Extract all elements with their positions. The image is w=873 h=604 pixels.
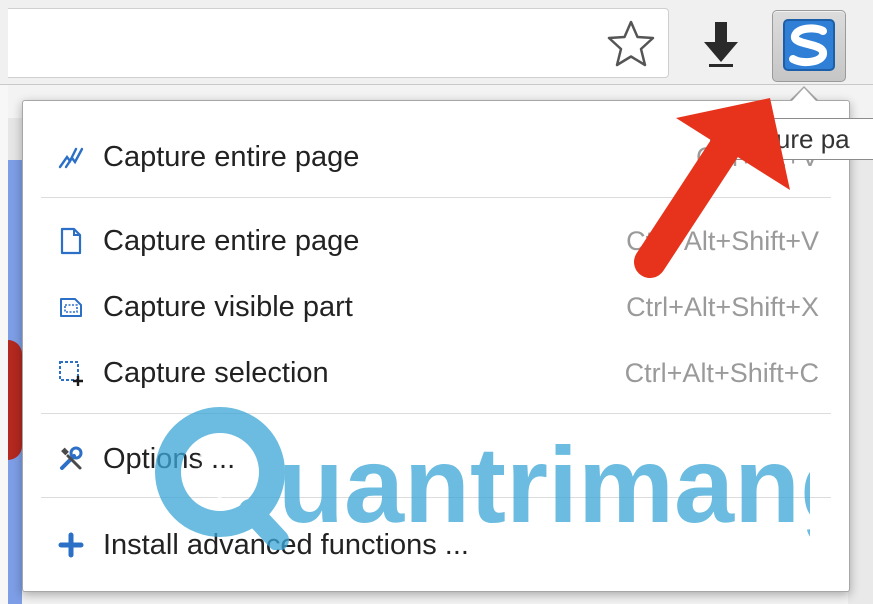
menu-item-label: Options ...: [103, 443, 236, 475]
capture-menu: Capture entire page Ctrl+Alt+V Capture e…: [22, 100, 850, 592]
menu-item-label: Install advanced functions ...: [103, 529, 469, 561]
downloads-button[interactable]: [700, 16, 742, 68]
menu-item-capture-selection[interactable]: Capture selection Ctrl+Alt+Shift+C: [23, 343, 849, 403]
extension-logo-icon: [783, 19, 835, 71]
menu-separator: [41, 197, 831, 198]
page-red-shape: [8, 340, 22, 460]
plus-icon: [58, 532, 84, 558]
tools-icon: [60, 446, 83, 470]
page-icon: [60, 227, 82, 255]
menu-separator: [41, 413, 831, 414]
menu-pointer-fill: [792, 88, 816, 101]
menu-item-label: Capture entire page: [103, 225, 360, 257]
menu-item-label: Capture entire page: [103, 141, 360, 173]
browser-toolbar: [0, 0, 873, 85]
menu-item-label: Capture visible part: [103, 291, 353, 323]
bookmark-star-button[interactable]: [605, 18, 657, 70]
star-outline-icon: [607, 20, 655, 67]
menu-item-capture-visible-part[interactable]: Capture visible part Ctrl+Alt+Shift+X: [23, 277, 849, 337]
menu-item-shortcut: Ctrl+Alt+Shift+X: [626, 292, 819, 322]
browser-window: Capture pa Capture entire page Ctrl+Alt+…: [0, 0, 873, 604]
page-right-edge: [848, 160, 873, 604]
selection-icon: [59, 361, 83, 386]
extension-tooltip: Capture pa: [710, 118, 873, 160]
address-bar[interactable]: [8, 8, 669, 78]
download-arrow-icon: [704, 22, 738, 67]
scroll-capture-icon: [58, 147, 84, 169]
menu-separator: [41, 497, 831, 498]
menu-item-shortcut: Ctrl+Alt+Shift+V: [626, 226, 819, 256]
menu-item-install-advanced-functions[interactable]: Install advanced functions ...: [23, 515, 849, 575]
screenshot-extension-button[interactable]: [772, 10, 846, 82]
menu-item-shortcut: Ctrl+Alt+Shift+C: [624, 358, 819, 388]
visible-area-icon: [60, 298, 82, 317]
menu-item-label: Capture selection: [103, 357, 329, 389]
menu-item-capture-entire-page[interactable]: Capture entire page Ctrl+Alt+Shift+V: [23, 211, 849, 271]
menu-item-options[interactable]: Options ...: [23, 429, 849, 489]
